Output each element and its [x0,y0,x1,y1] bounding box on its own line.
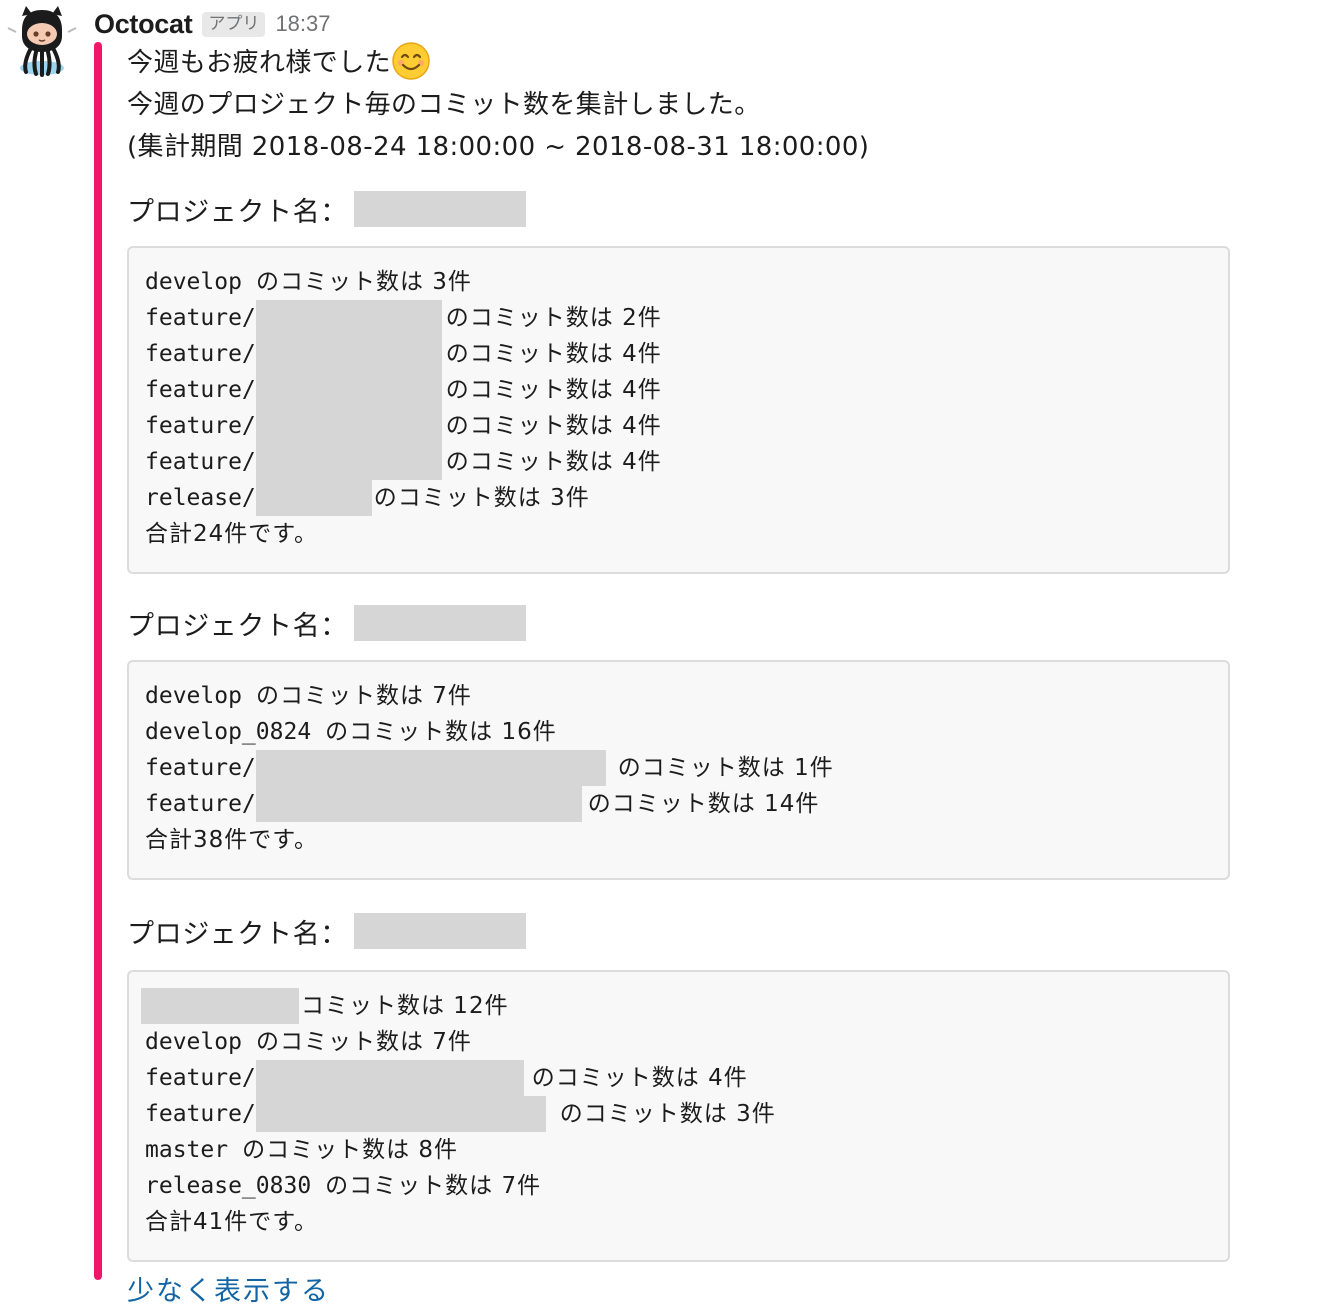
redacted-project-name [353,605,526,641]
commit-count-text: のコミット数は 7件 [325,1173,542,1199]
commit-line: feature/ のコミット数は 4件 [145,444,1212,480]
project-label: プロジェクト名： [127,918,348,950]
redacted-branch-name [255,1060,524,1096]
commit-count-text: のコミット数は 3件 [559,1101,776,1127]
branch-name: develop_0824 [145,719,312,745]
project-section-3: プロジェクト名： コミット数は 12件 develop のコミット数は 7件 f… [127,902,1231,1262]
redacted-branch-name [255,336,442,372]
branch-name: feature/ [145,305,256,331]
redacted-branch-name [255,300,442,336]
redacted-branch-name [255,408,442,444]
commit-count-text: のコミット数は 16件 [325,719,557,745]
commit-count-text: のコミット数は 3件 [373,485,590,511]
intro-line-1: 今週もお疲れ様でした [127,41,1231,84]
commit-line: release_0830 のコミット数は 7件 [141,1168,1212,1204]
commit-line: feature/ のコミット数は 4件 [145,336,1212,372]
commit-count-text: のコミット数は 3件 [255,269,472,295]
commit-count-text: のコミット数は 4件 [445,449,662,475]
branch-name: feature/ [145,413,256,439]
commit-count-block: develop のコミット数は 7件 develop_0824 のコミット数は … [127,660,1230,880]
commit-count-text: のコミット数は 4件 [445,413,662,439]
commit-count-text: のコミット数は 7件 [255,683,472,709]
redacted-branch-name [255,480,372,516]
project-label: プロジェクト名： [127,610,348,642]
redacted-branch-name [141,988,299,1024]
branch-name: release/ [145,485,256,511]
commit-count-text: のコミット数は 4件 [445,341,662,367]
redacted-branch-name [255,1096,546,1132]
commit-total: 合計24件です。 [145,516,1212,552]
commit-line: develop_0824 のコミット数は 16件 [145,714,1212,750]
commit-count-block: develop のコミット数は 3件 feature/ のコミット数は 2件 f… [127,246,1230,574]
smiling-face-icon [391,41,431,81]
branch-name: feature/ [145,755,256,781]
redacted-project-name [353,191,526,227]
branch-name: feature/ [145,1101,256,1127]
show-less-link[interactable]: 少なく表示する [127,1270,1231,1314]
message-timestamp[interactable]: 18:37 [275,11,330,37]
commit-count-text: のコミット数は 7件 [255,1029,472,1055]
commit-line: feature/ のコミット数は 4件 [145,408,1212,444]
total-text: 合計41件です。 [145,1209,318,1235]
redacted-branch-name [255,786,582,822]
redacted-branch-name [255,372,442,408]
commit-line: feature/ のコミット数は 1件 [145,750,1212,786]
branch-name: feature/ [145,791,256,817]
project-title: プロジェクト名： [127,594,1231,652]
branch-name: feature/ [145,1065,256,1091]
commit-line: feature/ のコミット数は 4件 [145,372,1212,408]
commit-total: 合計38件です。 [145,822,1212,858]
commit-count-text: のコミット数は 4件 [531,1065,748,1091]
collection-period: (集計期間 2018-08-24 18:00:00 ~ 2018-08-31 1… [127,132,870,162]
project-section-1: プロジェクト名： develop のコミット数は 3件 feature/ のコミ… [127,180,1231,574]
branch-name: develop [145,1029,242,1055]
sender-name[interactable]: Octocat [94,9,193,40]
redacted-branch-name [255,444,442,480]
commit-line: master のコミット数は 8件 [141,1132,1212,1168]
total-text: 合計24件です。 [145,521,318,547]
commit-line: release/ のコミット数は 3件 [145,480,1212,516]
commit-count-block: コミット数は 12件 develop のコミット数は 7件 feature/ の… [127,970,1230,1262]
commit-total: 合計41件です。 [141,1204,1212,1240]
branch-name: feature/ [145,341,256,367]
commit-count-text: コミット数は 12件 [301,993,509,1019]
commit-line: コミット数は 12件 [141,988,1212,1024]
branch-name: feature/ [145,449,256,475]
project-label: プロジェクト名： [127,196,348,228]
commit-line: develop のコミット数は 3件 [145,264,1212,300]
message-attachment: 今週もお疲れ様でした 今週のプロジェクト毎のコミット数を集計しました。 (集計期… [127,41,1231,1314]
commit-count-text: のコミット数は 14件 [587,791,820,817]
intro-line-2: 今週のプロジェクト毎のコミット数を集計しました。 [127,90,761,120]
commit-count-text: のコミット数は 4件 [445,377,662,403]
commit-line: develop のコミット数は 7件 [145,678,1212,714]
app-badge: アプリ [202,11,266,37]
commit-count-text: のコミット数は 8件 [242,1137,459,1163]
branch-name: release_0830 [145,1173,312,1199]
octocat-avatar-icon[interactable] [4,2,82,80]
branch-name: master [145,1137,229,1163]
commit-line: feature/ のコミット数は 4件 [141,1060,1212,1096]
intro-text-1: 今週もお疲れ様でした [127,48,392,78]
project-section-2: プロジェクト名： develop のコミット数は 7件 develop_0824… [127,594,1231,880]
attachment-accent-bar [94,42,102,1280]
message-header: Octocat アプリ 18:37 [94,4,331,44]
total-text: 合計38件です。 [145,827,318,853]
commit-line: feature/ のコミット数は 2件 [145,300,1212,336]
redacted-branch-name [255,750,606,786]
branch-name: develop [145,683,242,709]
commit-count-text: のコミット数は 2件 [445,305,662,331]
branch-name: develop [145,269,242,295]
commit-line: feature/ のコミット数は 14件 [145,786,1212,822]
commit-count-text: のコミット数は 1件 [617,755,834,781]
commit-line: feature/ のコミット数は 3件 [141,1096,1212,1132]
branch-name: feature/ [145,377,256,403]
commit-line: develop のコミット数は 7件 [141,1024,1212,1060]
redacted-project-name [353,913,526,949]
project-title: プロジェクト名： [127,180,1231,238]
project-title: プロジェクト名： [127,902,1231,960]
